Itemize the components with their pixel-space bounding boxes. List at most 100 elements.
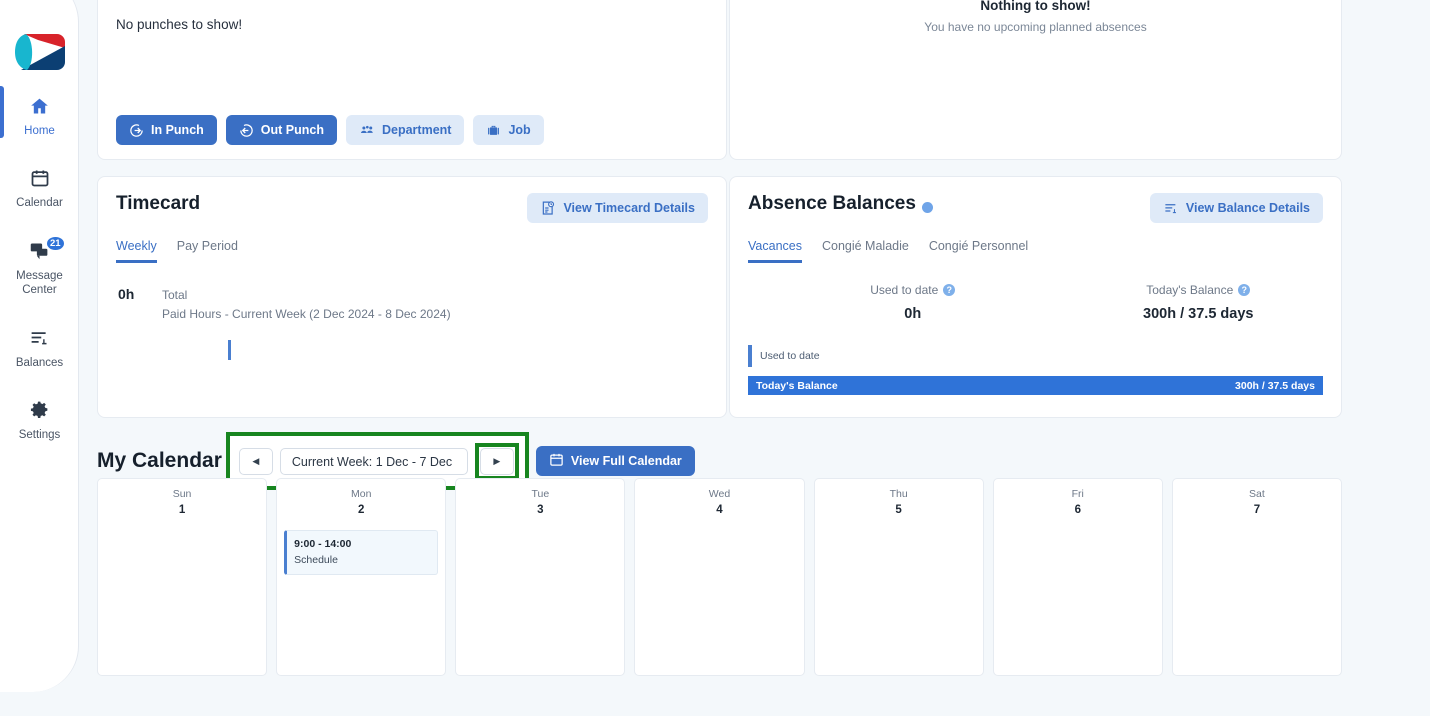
department-button[interactable]: Department xyxy=(345,115,465,145)
calendar-event[interactable]: 9:00 - 14:00 Schedule xyxy=(284,530,439,575)
balance-tabs: Vacances Congié Maladie Congié Personnel xyxy=(730,223,1341,263)
timecard-report-icon xyxy=(540,200,556,216)
punch-buttons: In Punch Out Punch Department Job xyxy=(116,115,544,145)
week-next-button-highlight: ▶ xyxy=(474,443,519,480)
day-name: Tue xyxy=(531,488,550,500)
help-icon[interactable]: ? xyxy=(943,284,956,296)
balance-bar-used: Used to date xyxy=(748,345,1323,367)
sidebar-item-home[interactable]: Home xyxy=(0,84,79,146)
view-balance-details-button[interactable]: View Balance Details xyxy=(1149,193,1323,223)
day-name: Sat xyxy=(1249,488,1265,500)
tab-pay-period[interactable]: Pay Period xyxy=(177,239,238,263)
balance-today-value: 300h / 37.5 days xyxy=(1143,306,1254,322)
view-full-calendar-label: View Full Calendar xyxy=(570,454,682,468)
balance-used-value: 0h xyxy=(904,306,922,322)
sidebar-item-settings[interactable]: Settings xyxy=(0,388,79,450)
day-name: Wed xyxy=(708,488,731,500)
out-punch-label: Out Punch xyxy=(260,123,324,137)
sidebar-item-calendar[interactable]: Calendar xyxy=(0,156,79,218)
day-name: Thu xyxy=(889,488,908,500)
arrow-out-of-circle-icon xyxy=(239,123,254,138)
tab-conge-personnel[interactable]: Congié Personnel xyxy=(929,239,1028,263)
department-label: Department xyxy=(381,123,452,137)
day-number: 3 xyxy=(537,504,544,516)
calendar-day-thu[interactable]: Thu 5 xyxy=(813,478,984,676)
message-badge: 21 xyxy=(45,234,66,252)
sidebar-item-message-center[interactable]: 21 Message Center xyxy=(0,229,79,306)
sidebar-item-label: Home xyxy=(24,125,55,137)
sidebar-item-label: Settings xyxy=(18,428,61,441)
calendar-day-mon[interactable]: Mon 2 9:00 - 14:00 Schedule xyxy=(276,478,447,676)
calendar-week-grid: Sun 1 Mon 2 9:00 - 14:00 Schedule Tue 3 … xyxy=(97,478,1342,676)
event-time: 9:00 - 14:00 xyxy=(294,538,352,550)
day-number: 5 xyxy=(895,504,902,516)
briefcase-icon xyxy=(486,123,501,138)
timecard-tabs: Weekly Pay Period xyxy=(98,223,726,263)
event-name: Schedule xyxy=(294,554,338,566)
timecard-bar-indicator xyxy=(228,340,231,360)
tab-conge-maladie[interactable]: Congié Maladie xyxy=(822,239,909,263)
sidebar-item-label: Message Center xyxy=(16,269,63,297)
week-next-button[interactable]: ▶ xyxy=(479,448,514,475)
balance-bar-used-label: Used to date xyxy=(760,350,820,362)
timecard-header: Timecard View Timecard Details xyxy=(98,177,726,223)
main-content: No punches to show! In Punch Out Punch D… xyxy=(79,0,1430,716)
balance-used-label-row: Used to date ? xyxy=(770,283,1056,297)
company-logo[interactable] xyxy=(14,28,66,76)
day-number: 4 xyxy=(716,504,723,516)
balance-today-label-row: Today's Balance ? xyxy=(1056,283,1342,297)
view-timecard-details-button[interactable]: View Timecard Details xyxy=(527,193,708,223)
app-root: Home Calendar 21 Message Center Balances… xyxy=(0,0,1430,716)
gear-icon xyxy=(28,398,52,422)
balance-bar-today: Today's Balance 300h / 37.5 days xyxy=(748,376,1323,395)
week-label-display[interactable]: Current Week: 1 Dec - 7 Dec xyxy=(279,448,468,475)
day-number: 1 xyxy=(178,504,186,516)
calendar-day-tue[interactable]: Tue 3 xyxy=(455,478,626,676)
list-details-icon xyxy=(1163,201,1179,216)
punch-empty-text: No punches to show! xyxy=(116,17,243,32)
sidebar-item-label: Balances xyxy=(15,356,64,369)
info-icon[interactable] xyxy=(921,201,933,213)
help-icon[interactable]: ? xyxy=(1238,284,1251,296)
balance-used-label: Used to date xyxy=(870,283,939,297)
balance-bar-today-value: 300h / 37.5 days xyxy=(1235,379,1315,392)
balance-bars: Used to date Today's Balance 300h / 37.5… xyxy=(748,345,1323,395)
in-punch-button[interactable]: In Punch xyxy=(116,115,217,145)
punch-card: No punches to show! In Punch Out Punch D… xyxy=(97,0,727,160)
sidebar-item-balances[interactable]: Balances xyxy=(0,316,79,378)
balances-header: Absence Balances View Balance Details xyxy=(730,177,1341,223)
day-number: 6 xyxy=(1074,504,1081,516)
view-full-calendar-button[interactable]: View Full Calendar xyxy=(535,446,695,476)
tab-weekly[interactable]: Weekly xyxy=(116,239,157,263)
sidebar-item-label: Calendar xyxy=(16,197,63,210)
timecard-total-sub: Paid Hours - Current Week (2 Dec 2024 - … xyxy=(162,306,451,321)
day-number: 2 xyxy=(358,504,365,516)
day-name: Sun xyxy=(172,488,192,500)
week-prev-button[interactable]: ◀ xyxy=(238,448,273,475)
calendar-day-sun[interactable]: Sun 1 xyxy=(97,478,268,676)
logo-icon xyxy=(15,30,65,74)
timecard-total-label: Total xyxy=(162,288,188,302)
page-title-timecard: Timecard xyxy=(116,193,201,214)
calendar-day-sat[interactable]: Sat 7 xyxy=(1171,478,1342,676)
calendar-icon xyxy=(549,452,564,470)
page-title-absence-balances: Absence Balances xyxy=(748,193,933,215)
sidebar-nav: Home Calendar 21 Message Center Balances… xyxy=(0,84,79,460)
day-number: 7 xyxy=(1253,504,1261,516)
calendar-day-fri[interactable]: Fri 6 xyxy=(992,478,1163,676)
balance-bar-today-label: Today's Balance xyxy=(756,379,838,392)
balance-column-today: Today's Balance ? 300h / 37.5 days xyxy=(1056,283,1342,322)
empty-state: Nothing to show! You have no upcoming pl… xyxy=(730,0,1341,34)
out-punch-button[interactable]: Out Punch xyxy=(225,115,337,145)
timecard-summary: 0h Total Paid Hours - Current Week (2 De… xyxy=(98,263,726,323)
people-group-icon xyxy=(359,123,375,138)
calendar-day-wed[interactable]: Wed 4 xyxy=(634,478,805,676)
timecard-card: Timecard View Timecard Details Weekly Pa… xyxy=(97,176,727,418)
arrow-into-circle-icon xyxy=(129,123,144,138)
home-icon xyxy=(28,94,52,118)
balance-today-label: Today's Balance xyxy=(1146,283,1234,297)
balances-icon xyxy=(28,326,52,350)
tab-vacances[interactable]: Vacances xyxy=(748,239,802,263)
absence-balances-card: Absence Balances View Balance Details Va… xyxy=(729,176,1342,418)
job-button[interactable]: Job xyxy=(473,115,544,145)
